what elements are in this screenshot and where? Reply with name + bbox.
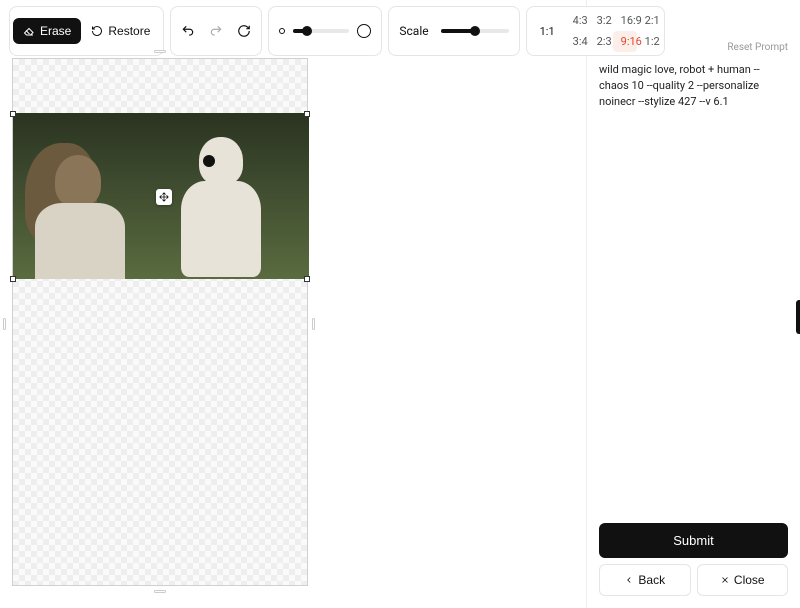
- brush-size-group: [268, 6, 382, 56]
- side-drawer-tab[interactable]: [796, 300, 800, 334]
- reset-prompt-link[interactable]: Reset Prompt: [727, 42, 788, 53]
- back-button[interactable]: Back: [599, 564, 691, 596]
- brush-large-icon: [357, 24, 371, 38]
- move-icon: [159, 192, 169, 202]
- canvas-edge-top[interactable]: [154, 50, 166, 53]
- close-label: Close: [734, 573, 765, 587]
- image-human: [35, 155, 125, 275]
- ratio-9-16[interactable]: 9:16: [613, 31, 637, 52]
- chevron-left-icon: [624, 575, 634, 585]
- ratio-1-2[interactable]: 1:2: [637, 31, 661, 52]
- canvas-edge-left[interactable]: [3, 318, 6, 330]
- scale-label: Scale: [399, 24, 428, 38]
- aspect-ratio-group: 1:1 4:3 3:2 16:9 2:1 3:4 2:3 9:16 1:2: [526, 6, 665, 56]
- ratio-4-3[interactable]: 4:3: [565, 10, 589, 31]
- reset-button[interactable]: [230, 17, 258, 45]
- image-robot: [181, 137, 261, 277]
- undo-button[interactable]: [174, 17, 202, 45]
- brush-small-icon: [279, 28, 285, 34]
- ratio-3-2[interactable]: 3:2: [589, 10, 613, 31]
- history-group: [170, 6, 262, 56]
- prompt-textarea[interactable]: wild magic love, robot + human --chaos 1…: [599, 62, 788, 110]
- brush-size-slider[interactable]: [293, 29, 349, 33]
- ratio-2-1[interactable]: 2:1: [637, 10, 661, 31]
- submit-button[interactable]: Submit: [599, 523, 788, 558]
- ratio-3-4[interactable]: 3:4: [565, 31, 589, 52]
- ratio-grid: 4:3 3:2 16:9 2:1 3:4 2:3 9:16 1:2: [565, 10, 661, 52]
- eraser-icon: [23, 25, 35, 37]
- crop-handle-top-right[interactable]: [304, 111, 310, 117]
- editor-panel: Erase Restore: [0, 0, 586, 608]
- erase-restore-group: Erase Restore: [9, 6, 164, 56]
- crop-handle-bottom-left[interactable]: [10, 276, 16, 282]
- ratio-2-3[interactable]: 2:3: [589, 31, 613, 52]
- ratio-16-9[interactable]: 16:9: [613, 10, 637, 31]
- image-robot-eye: [203, 155, 215, 167]
- scale-group: Scale: [388, 6, 519, 56]
- ratio-1-1[interactable]: 1:1: [530, 17, 565, 46]
- restore-icon: [91, 25, 103, 37]
- move-handle[interactable]: [156, 189, 172, 205]
- restore-button[interactable]: Restore: [81, 18, 160, 44]
- canvas-edge-bottom[interactable]: [154, 590, 166, 593]
- close-icon: [720, 575, 730, 585]
- redo-button[interactable]: [202, 17, 230, 45]
- scale-slider[interactable]: [441, 29, 509, 33]
- canvas-edge-right[interactable]: [312, 318, 315, 330]
- footer-buttons: Back Close: [599, 564, 788, 596]
- toolbar: Erase Restore: [0, 0, 586, 62]
- crop-handle-top-left[interactable]: [10, 111, 16, 117]
- prompt-panel: Edit Prompt: Reset Prompt wild magic lov…: [586, 0, 800, 608]
- crop-handle-bottom-right[interactable]: [304, 276, 310, 282]
- canvas[interactable]: [12, 58, 308, 586]
- close-button[interactable]: Close: [697, 564, 789, 596]
- erase-label: Erase: [40, 24, 71, 38]
- restore-label: Restore: [108, 24, 150, 38]
- erase-button[interactable]: Erase: [13, 18, 81, 44]
- back-label: Back: [638, 573, 665, 587]
